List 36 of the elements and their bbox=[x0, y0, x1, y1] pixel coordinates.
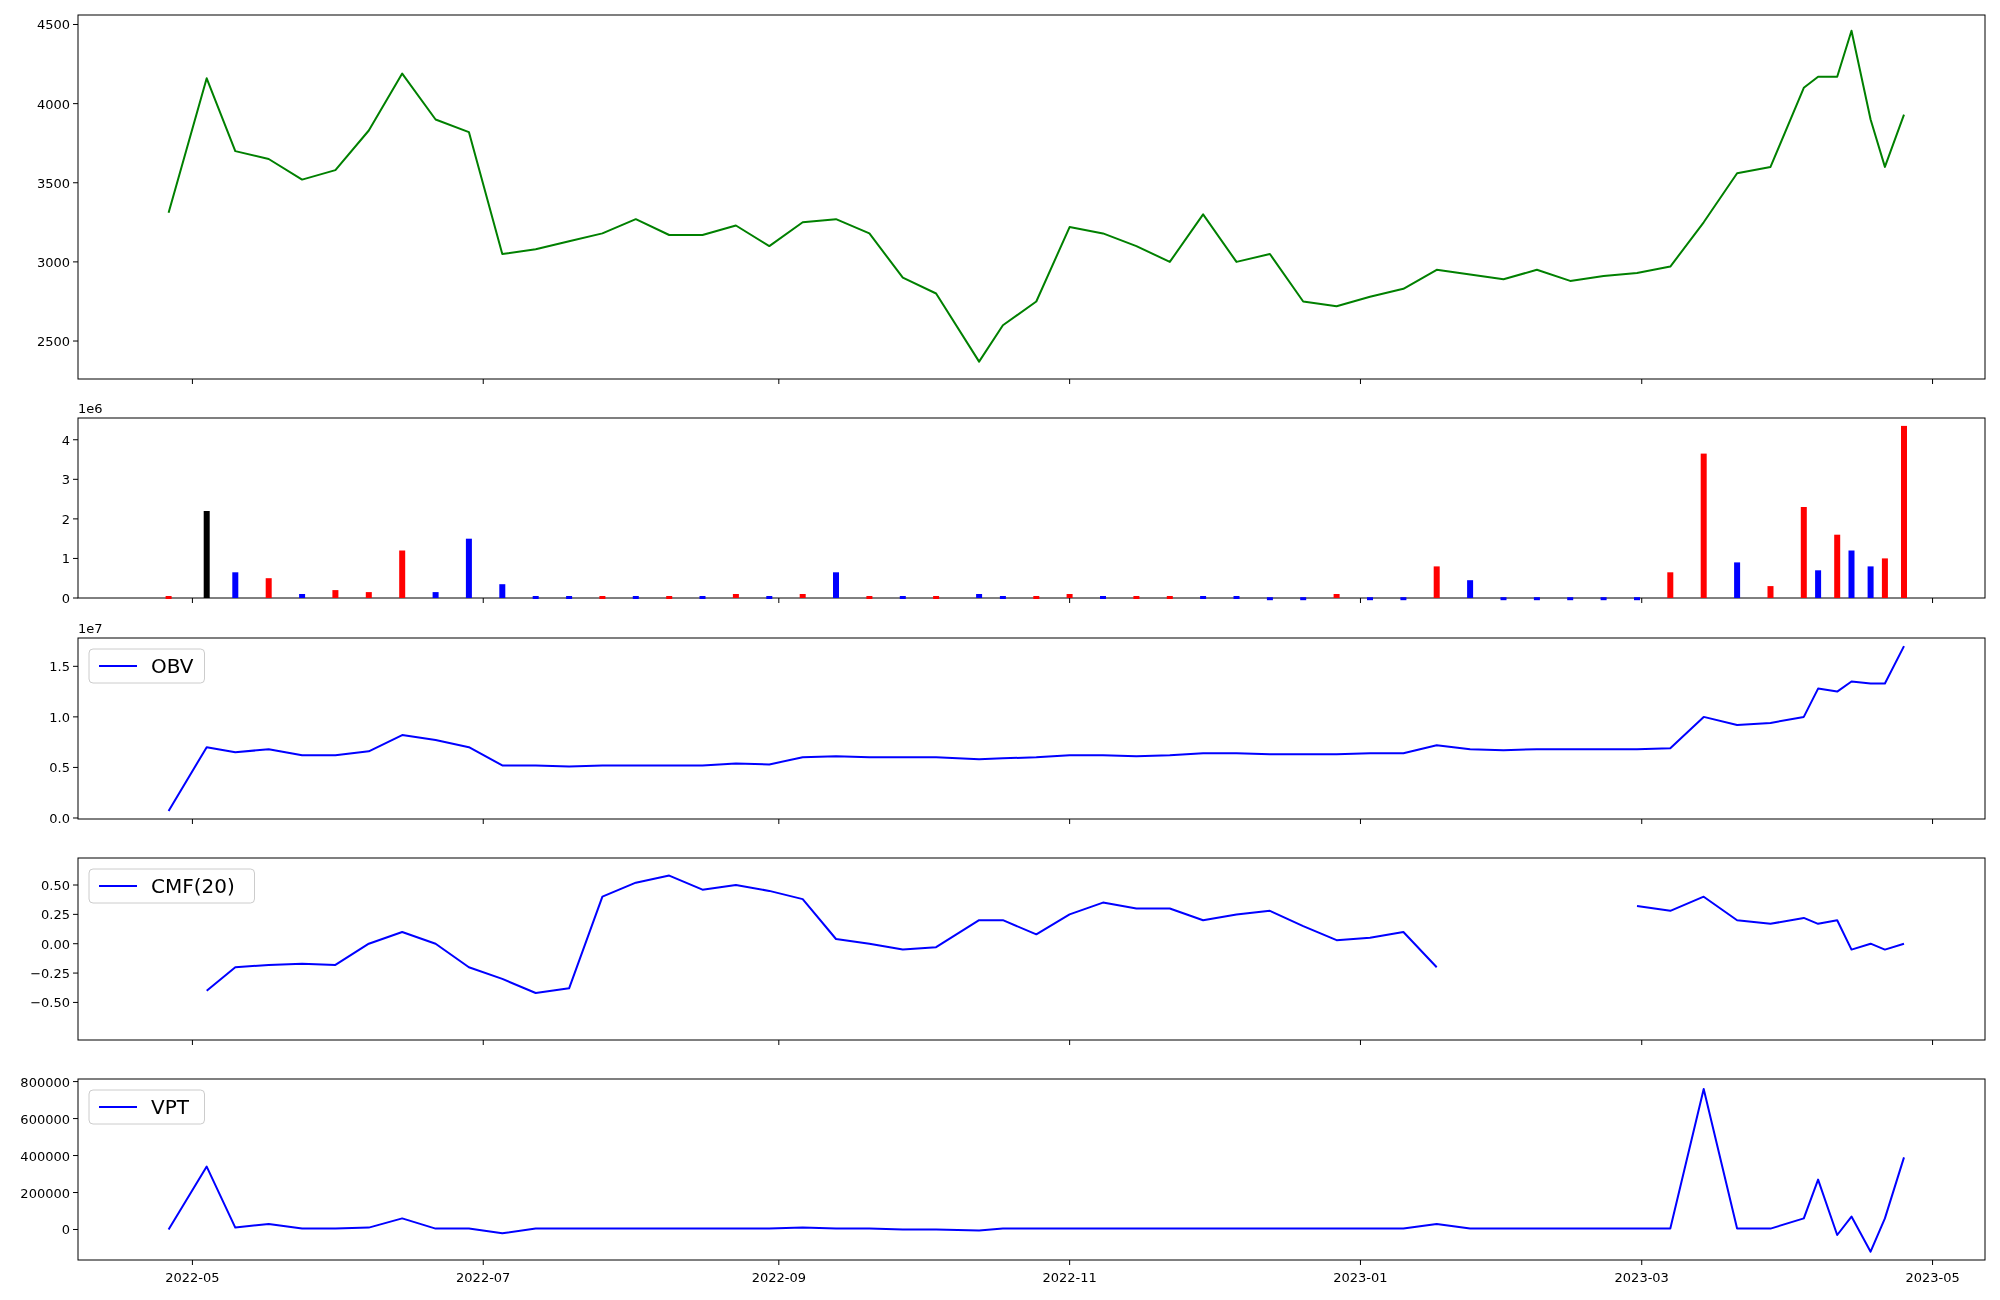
tick-label: 0.50 bbox=[41, 878, 70, 893]
tick-label: 3500 bbox=[36, 175, 70, 191]
tick-label: 4 bbox=[61, 432, 70, 448]
tick-label: 3 bbox=[61, 472, 70, 488]
tick-label: 400000 bbox=[20, 1148, 70, 1164]
tick-label: 2022-05 bbox=[165, 1270, 220, 1285]
legend-label: VPT bbox=[151, 1095, 189, 1119]
tick-label: 4000 bbox=[36, 96, 70, 112]
legend-label: CMF(20) bbox=[151, 874, 235, 898]
tick-label: 800000 bbox=[20, 1074, 70, 1090]
tick-label: 1.5 bbox=[49, 659, 70, 675]
tick-label: 2022-11 bbox=[1042, 1270, 1097, 1285]
tick-label: 0.25 bbox=[41, 907, 70, 923]
tick-label: 0.5 bbox=[49, 760, 70, 776]
tick-label: 1 bbox=[61, 551, 70, 567]
tick-label: −0.50 bbox=[30, 995, 70, 1011]
tick-label: 0.0 bbox=[49, 811, 70, 826]
tick-label: 600000 bbox=[20, 1111, 70, 1127]
tick-label: 3000 bbox=[36, 254, 70, 270]
tick-label: 0 bbox=[61, 591, 70, 606]
tick-label: 4500 bbox=[36, 17, 70, 33]
tick-label: 200000 bbox=[20, 1185, 70, 1201]
tick-label: 0.00 bbox=[41, 936, 70, 952]
tick-label: 2 bbox=[61, 511, 70, 527]
tick-label: 2023-01 bbox=[1333, 1270, 1388, 1285]
tick-label: 0 bbox=[61, 1222, 70, 1238]
axis-offset-label: 1e7 bbox=[78, 621, 103, 636]
tick-label: 2022-09 bbox=[751, 1270, 806, 1285]
axis-offset-label: 1e6 bbox=[78, 401, 103, 416]
tick-label: 2023-05 bbox=[1905, 1270, 1960, 1285]
tick-label: −0.25 bbox=[30, 966, 70, 982]
tick-label: 2023-03 bbox=[1614, 1270, 1669, 1285]
tick-label: 2022-07 bbox=[456, 1270, 511, 1285]
tick-label: 1.0 bbox=[49, 709, 70, 725]
legend-label: OBV bbox=[151, 654, 194, 678]
tick-label: 2500 bbox=[36, 334, 70, 349]
